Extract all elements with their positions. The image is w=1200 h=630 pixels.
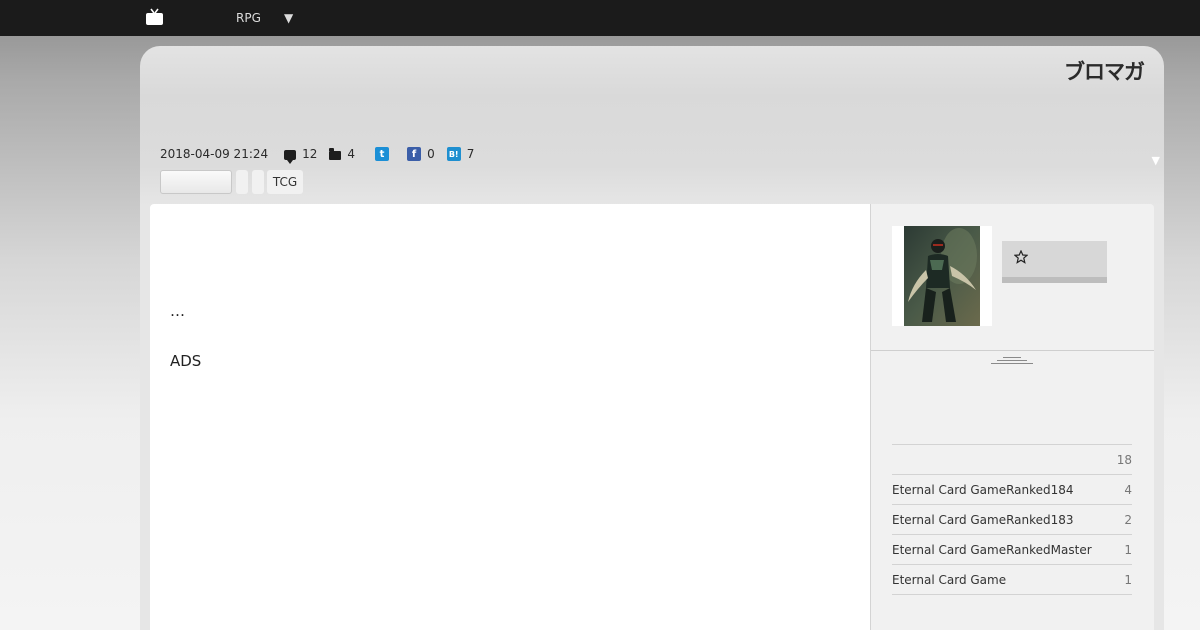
sidebar-toggle-handle-icon[interactable]: [991, 357, 1033, 366]
post-date: 2018-04-09 21:24: [160, 147, 269, 161]
category-item[interactable]: 18: [892, 445, 1132, 475]
category-name: Eternal Card Game: [892, 572, 1007, 587]
tag-button[interactable]: [236, 170, 248, 194]
star-icon: [1014, 250, 1028, 264]
category-count: 1: [1124, 572, 1132, 587]
sidebar: 18 Eternal Card GameRanked184 4 Eternal …: [870, 204, 1154, 630]
tag-button[interactable]: [252, 170, 264, 194]
tag-button[interactable]: [160, 170, 232, 194]
article-ads-text: ADS: [170, 352, 202, 370]
author-avatar[interactable]: [892, 226, 992, 326]
topbar-dropdown-arrow-icon[interactable]: ▼: [284, 11, 293, 25]
blomaga-logo[interactable]: ブロマガ: [1064, 56, 1145, 86]
category-item[interactable]: Eternal Card Game 1: [892, 565, 1132, 595]
tv-icon[interactable]: [146, 8, 163, 26]
facebook-share-icon[interactable]: f: [407, 147, 422, 161]
comment-icon: [284, 150, 297, 164]
category-item[interactable]: Eternal Card GameRankedMaster 1: [892, 535, 1132, 565]
topbar-menu-rpg[interactable]: RPG: [236, 11, 261, 25]
category-name: Eternal Card GameRankedMaster: [892, 542, 1092, 557]
facebook-share-count: 0: [427, 147, 435, 161]
follow-button[interactable]: [1002, 241, 1107, 283]
category-item[interactable]: Eternal Card GameRanked184 4: [892, 475, 1132, 505]
header-collapse-arrow-icon[interactable]: ▼: [1152, 154, 1160, 167]
article-body: … ADS: [150, 204, 870, 630]
top-navigation-bar: RPG ▼: [0, 0, 1200, 36]
post-tags: TCG: [160, 170, 307, 194]
category-name: Eternal Card GameRanked184: [892, 482, 1074, 497]
folder-icon: [329, 147, 342, 160]
category-name: Eternal Card GameRanked183: [892, 512, 1074, 527]
article-ellipsis: …: [170, 302, 185, 320]
hatena-bookmark-count: 7: [466, 147, 475, 161]
category-count: 2: [1124, 512, 1132, 527]
category-count: 4: [1124, 482, 1132, 497]
category-count: 1: [1124, 542, 1132, 557]
category-list: 18 Eternal Card GameRanked184 4 Eternal …: [892, 444, 1132, 595]
sidebar-divider: [871, 350, 1154, 351]
post-meta: 2018-04-09 21:24 12 4 t f 0 B! 7: [160, 146, 486, 164]
blog-container: ブロマガ 2018-04-09 21:24 12 4 t f 0 B! 7 ▼ …: [140, 46, 1164, 630]
tag-tcg[interactable]: TCG: [267, 170, 303, 194]
category-count: 18: [1116, 452, 1132, 467]
avatar-image: [904, 226, 980, 326]
twitter-share-icon[interactable]: t: [375, 147, 390, 161]
hatena-bookmark-icon[interactable]: B!: [446, 147, 461, 161]
category-item[interactable]: Eternal Card GameRanked183 2: [892, 505, 1132, 535]
folder-count[interactable]: 4: [347, 147, 355, 161]
comment-count[interactable]: 12: [302, 147, 317, 161]
